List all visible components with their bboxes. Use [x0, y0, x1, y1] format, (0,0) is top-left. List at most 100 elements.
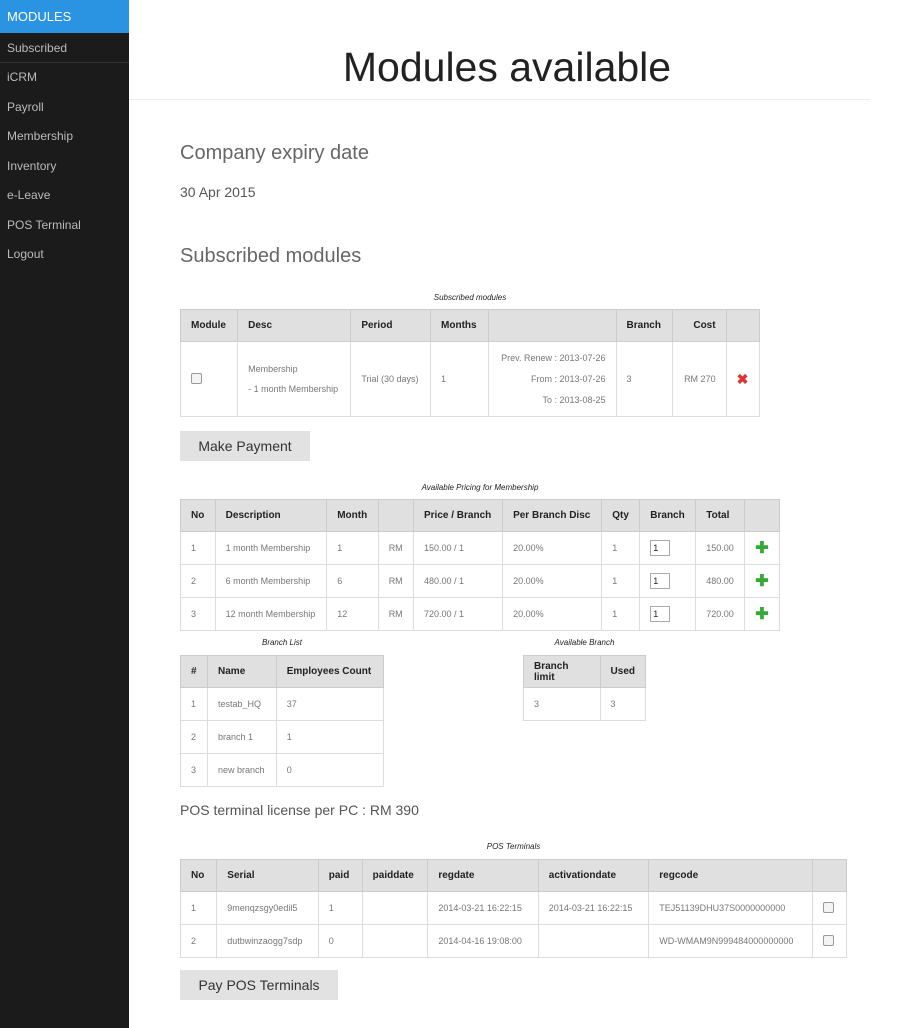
- row-disc: 20.00%: [502, 564, 603, 598]
- prev-renew: Prev. Renew : 2013-07-26: [501, 352, 606, 363]
- col-total: Total: [695, 499, 746, 532]
- table-row: 2 dutbwinzaogg7sdp 0 2014-04-16 19:08:00 WD-…: [179, 924, 847, 958]
- available-branch-table: Branch limit Used 3 3: [523, 655, 647, 721]
- row-name: new branch: [207, 753, 277, 787]
- page-title: Modules available: [342, 44, 672, 90]
- col-cost: Cost: [672, 309, 727, 342]
- col-period: Period: [350, 309, 432, 342]
- col-month: Month: [326, 499, 379, 532]
- col-branch: Branch: [639, 499, 697, 532]
- col-serial: Serial: [216, 859, 319, 892]
- row-currency: RM: [377, 597, 415, 631]
- col-branch-limit: Branch limit: [523, 655, 601, 688]
- row-serial: 9menqzsgy0edil5: [216, 891, 319, 925]
- to-date: To : 2013-08-25: [542, 394, 606, 405]
- row-currency: RM: [377, 564, 415, 598]
- branch-qty-input[interactable]: [650, 606, 671, 622]
- row-no: 2: [179, 720, 209, 754]
- row-activationdate: [537, 924, 650, 958]
- row-description: 6 month Membership: [214, 564, 328, 598]
- subscribed-caption: Subscribed modules: [433, 293, 507, 302]
- sidebar: MODULES Subscribed iCRM Payroll Membersh…: [0, 0, 129, 1028]
- row-no: 1: [179, 891, 218, 925]
- sidebar-item-payroll[interactable]: Payroll: [0, 93, 129, 123]
- sidebar-item-membership[interactable]: Membership: [0, 122, 129, 152]
- col-paiddate: paiddate: [361, 859, 429, 892]
- available-branch-caption: Available Branch: [554, 638, 615, 647]
- row-total: 480.00: [695, 564, 746, 598]
- row-regcode: WD-WMAM9N999484000000000: [648, 924, 814, 958]
- col-no: No: [179, 859, 218, 892]
- col-disc: Per Branch Disc: [502, 499, 603, 532]
- row-price: 720.00 / 1: [412, 597, 504, 631]
- col-branch: Branch: [615, 309, 674, 342]
- terminal-checkbox[interactable]: [823, 934, 835, 946]
- row-paiddate: [361, 891, 429, 925]
- sidebar-item-inventory[interactable]: Inventory: [0, 152, 129, 182]
- cost: RM 270: [672, 341, 727, 417]
- add-icon[interactable]: ✚: [755, 606, 768, 623]
- col-action: [725, 309, 761, 342]
- pos-caption: POS Terminals: [486, 842, 541, 851]
- sidebar-item-eleave[interactable]: e-Leave: [0, 181, 129, 211]
- sidebar-item-icrm[interactable]: iCRM: [0, 63, 129, 93]
- table-row: 26 month Membership6RM480.00 / 120.00%1 4…: [180, 564, 780, 598]
- branch-qty-input[interactable]: [650, 573, 671, 589]
- branch-qty-input[interactable]: [650, 540, 671, 556]
- table-header: Module Desc Period Months Branch Cost: [179, 309, 761, 342]
- col-hash: #: [179, 655, 209, 688]
- row-no: 2: [180, 564, 216, 598]
- make-payment-button[interactable]: Make Payment: [180, 431, 310, 461]
- row-name: branch 1: [207, 720, 277, 754]
- row-price: 480.00 / 1: [412, 564, 504, 598]
- branch: 3: [615, 341, 674, 417]
- branch-limit: 3: [523, 687, 601, 721]
- table-row: 3 new branch 0: [179, 753, 385, 787]
- row-price: 150.00 / 1: [412, 531, 504, 565]
- row-employees: 1: [275, 720, 385, 754]
- row-month: 6: [326, 564, 379, 598]
- pricing-table: No Description Month Price / Branch Per …: [180, 499, 780, 631]
- sidebar-item-subscribed[interactable]: Subscribed: [0, 33, 129, 63]
- row-employees: 0: [275, 753, 385, 787]
- sidebar-item-pos-terminal[interactable]: POS Terminal: [0, 211, 129, 241]
- main-content: Modules available Company expiry date 30…: [129, 0, 900, 1028]
- row-qty: 1: [601, 597, 641, 631]
- months: 1: [430, 341, 489, 417]
- col-used: Used: [599, 655, 647, 688]
- row-description: 12 month Membership: [214, 597, 328, 631]
- sidebar-brand[interactable]: MODULES: [0, 0, 129, 33]
- branch-list-caption: Branch List: [261, 638, 303, 647]
- row-no: 2: [179, 924, 218, 958]
- row-month: 12: [326, 597, 379, 631]
- row-paid: 0: [317, 924, 363, 958]
- pay-pos-terminals-button[interactable]: Pay POS Terminals: [180, 970, 338, 1000]
- table-row: 2 branch 11: [179, 720, 385, 754]
- col-regdate: regdate: [427, 859, 539, 892]
- col-activationdate: activationdate: [537, 859, 650, 892]
- expiry-heading: Company expiry date: [180, 142, 369, 164]
- row-disc: 20.00%: [502, 597, 603, 631]
- remove-icon[interactable]: ✖: [737, 371, 749, 387]
- add-icon[interactable]: ✚: [755, 573, 768, 590]
- sidebar-item-logout[interactable]: Logout: [0, 240, 129, 270]
- period: Trial (30 days): [350, 341, 432, 417]
- col-no: No: [180, 499, 216, 532]
- col-module: Module: [179, 309, 239, 342]
- page-header: Modules available: [129, 0, 870, 100]
- expiry-date: 30 Apr 2015: [180, 184, 256, 200]
- row-total: 150.00: [695, 531, 746, 565]
- add-icon[interactable]: ✚: [755, 540, 768, 557]
- row-total: 720.00: [695, 597, 746, 631]
- row-name: testab_HQ: [207, 687, 277, 721]
- col-months: Months: [430, 309, 489, 342]
- col-add: [744, 499, 780, 532]
- branch-used: 3: [599, 687, 647, 721]
- table-row: 3 3: [523, 687, 647, 721]
- row-description: 1 month Membership: [214, 531, 328, 565]
- row-no: 3: [179, 753, 209, 787]
- terminal-checkbox[interactable]: [823, 901, 835, 913]
- module-checkbox[interactable]: [191, 372, 202, 384]
- table-row: 1 9menqzsgy0edil5 1 2014-03-21 16:22:15 2014…: [179, 891, 847, 925]
- subscribed-table: Module Desc Period Months Branch Cost Me…: [179, 309, 761, 417]
